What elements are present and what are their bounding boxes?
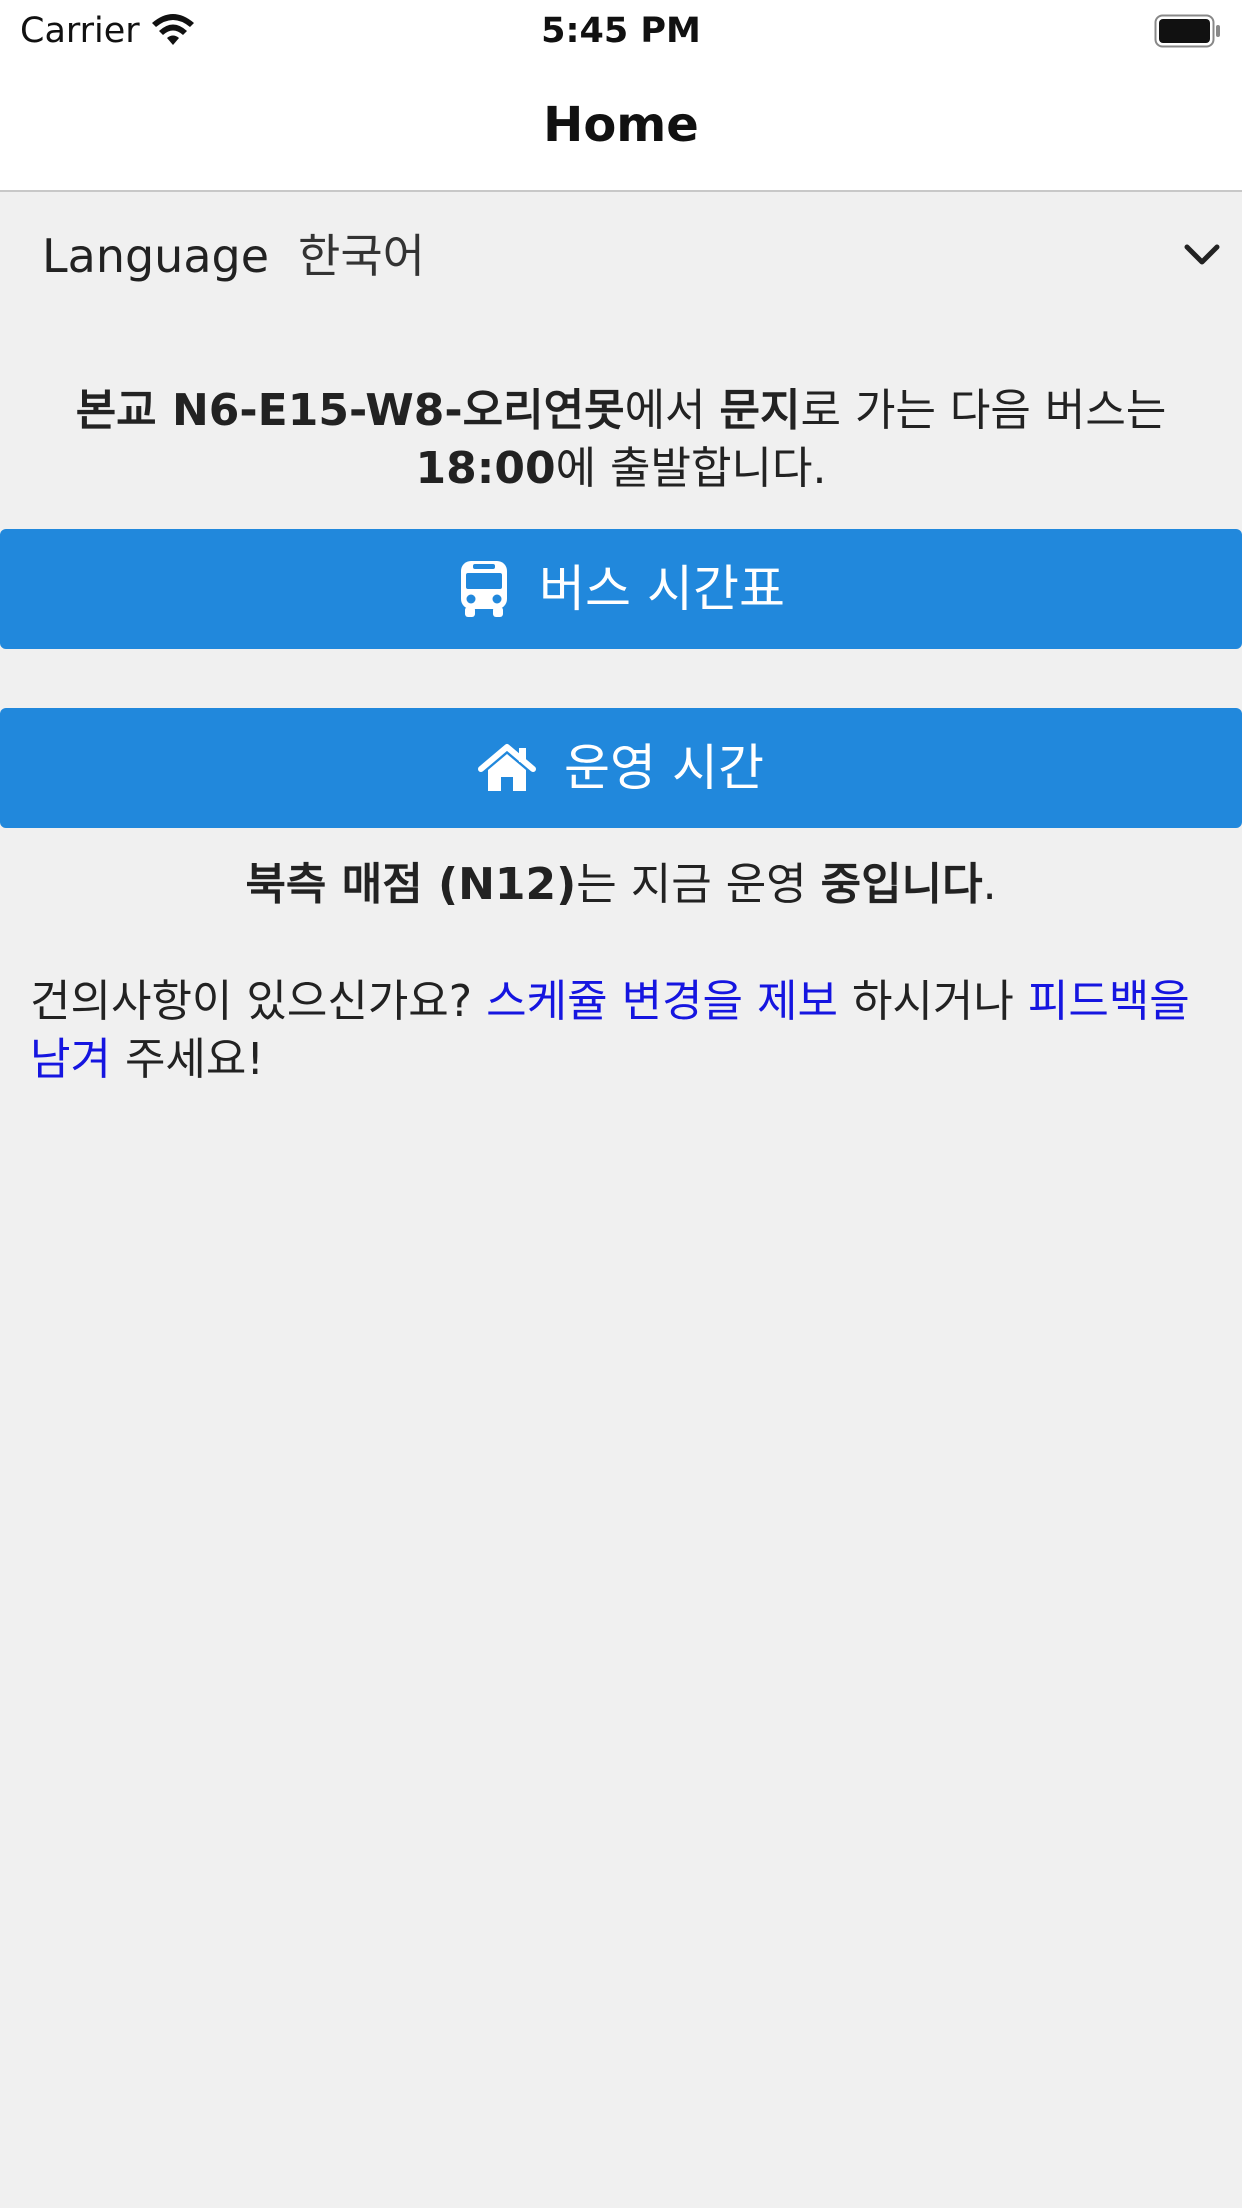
operating-hours-button[interactable]: 운영 시간 — [0, 708, 1242, 828]
feedback-prefix: 건의사항이 있으신가요? — [30, 976, 487, 1027]
language-label: Language — [42, 229, 270, 283]
report-schedule-change-link[interactable]: 스케쥴 변경을 제보 — [486, 976, 838, 1027]
language-value[interactable]: 한국어 — [298, 226, 425, 286]
bus-departure-time: 18:00 — [415, 443, 556, 494]
chevron-down-icon[interactable] — [1182, 240, 1222, 270]
status-bar: Carrier 5:45 PM — [0, 0, 1242, 62]
feedback-message: 건의사항이 있으신가요? 스케쥴 변경을 제보 하시거나 피드백을 남겨 주세요… — [30, 973, 1220, 1089]
bus-destination: 문지 — [719, 385, 801, 436]
next-bus-text-2: 로 가는 다음 버스는 — [800, 385, 1167, 436]
bus-icon — [457, 559, 511, 619]
store-name: 북측 매점 (N12) — [245, 859, 577, 910]
store-status-end: . — [982, 859, 997, 910]
status-time: 5:45 PM — [541, 11, 701, 51]
store-open-state: 중입니다 — [820, 859, 983, 910]
navigation-bar: Home — [0, 62, 1242, 192]
battery-icon — [1154, 14, 1222, 48]
bus-origin: 본교 N6-E15-W8-오리연못 — [75, 385, 625, 436]
bus-schedule-label: 버스 시간표 — [539, 560, 785, 618]
feedback-middle: 하시거나 — [837, 976, 1028, 1027]
home-icon — [478, 743, 537, 793]
page-title: Home — [543, 97, 699, 153]
store-status-text: 는 지금 운영 — [576, 859, 821, 910]
next-bus-text-1: 에서 — [624, 385, 720, 436]
store-status-message: 북측 매점 (N12)는 지금 운영 중입니다. — [0, 856, 1242, 914]
next-bus-text-3: 에 출발합니다. — [555, 443, 827, 494]
next-bus-message: 본교 N6-E15-W8-오리연못에서 문지로 가는 다음 버스는 18:00에… — [30, 382, 1212, 498]
bus-schedule-button[interactable]: 버스 시간표 — [0, 529, 1242, 649]
language-selector[interactable]: Language 한국어 — [0, 192, 1242, 322]
operating-hours-label: 운영 시간 — [564, 739, 764, 797]
feedback-suffix: 주세요! — [110, 1034, 265, 1085]
